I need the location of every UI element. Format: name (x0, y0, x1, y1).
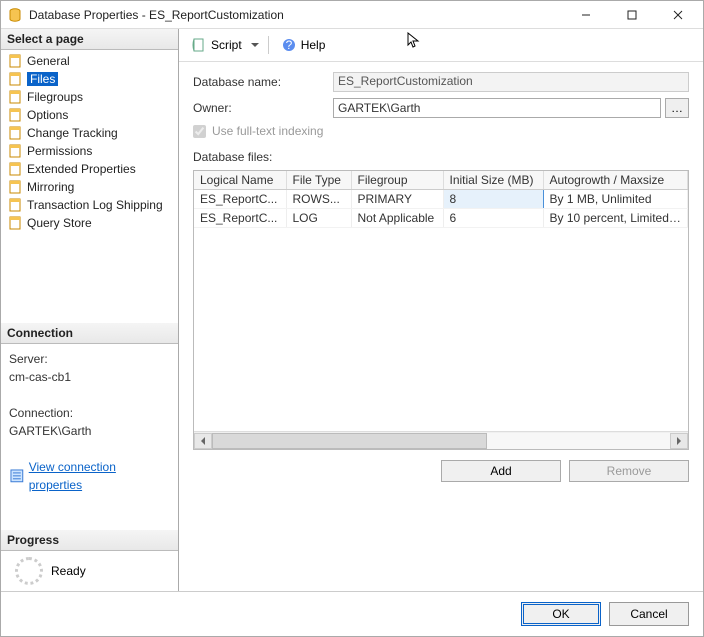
owner-field[interactable] (333, 98, 661, 118)
page-files[interactable]: Files (1, 70, 178, 88)
database-icon (7, 7, 23, 23)
connection-header: Connection (1, 323, 178, 344)
page-icon (7, 215, 23, 231)
page-list: General Files Filegroups Options Change … (1, 50, 178, 234)
dbname-field: ES_ReportCustomization (333, 72, 689, 92)
script-button[interactable]: Script (187, 35, 246, 55)
page-permissions[interactable]: Permissions (1, 142, 178, 160)
page-general[interactable]: General (1, 52, 178, 70)
view-connection-properties-link[interactable]: View connection properties (9, 458, 170, 494)
table-row[interactable]: ES_ReportC... LOG Not Applicable 6 By 10… (194, 209, 688, 228)
svg-text:?: ? (285, 38, 292, 52)
page-icon (7, 71, 23, 87)
dialog-footer: OK Cancel (1, 591, 703, 636)
progress-header: Progress (1, 530, 178, 551)
page-extended-properties[interactable]: Extended Properties (1, 160, 178, 178)
owner-label: Owner: (193, 101, 333, 115)
fulltext-checkbox: Use full-text indexing (193, 124, 689, 138)
connection-label: Connection: (9, 404, 170, 422)
add-button[interactable]: Add (441, 460, 561, 482)
connection-panel: Server: cm-cas-cb1 Connection: GARTEK\Ga… (1, 344, 178, 500)
selected-cell[interactable]: 8 (443, 190, 543, 209)
progress-panel: Ready (1, 551, 178, 591)
titlebar: Database Properties - ES_ReportCustomiza… (1, 1, 703, 29)
separator (268, 36, 269, 54)
grid-hscrollbar[interactable] (194, 431, 688, 449)
page-icon (7, 143, 23, 159)
page-filegroups[interactable]: Filegroups (1, 88, 178, 106)
cancel-button[interactable]: Cancel (609, 602, 689, 626)
page-options[interactable]: Options (1, 106, 178, 124)
table-row[interactable]: ES_ReportC... ROWS... PRIMARY 8 By 1 MB,… (194, 190, 688, 209)
window-title: Database Properties - ES_ReportCustomiza… (29, 8, 563, 22)
remove-button: Remove (569, 460, 689, 482)
page-tx-log-shipping[interactable]: Transaction Log Shipping (1, 196, 178, 214)
left-column: Select a page General Files Filegroups O… (1, 29, 179, 591)
files-grid[interactable]: Logical Name File Type Filegroup Initial… (193, 170, 689, 450)
script-icon (191, 37, 207, 53)
progress-spinner-icon (15, 557, 43, 585)
col-logical-name[interactable]: Logical Name (194, 171, 286, 190)
properties-icon (9, 468, 25, 484)
col-filegroup[interactable]: Filegroup (351, 171, 443, 190)
page-icon (7, 107, 23, 123)
toolbar: Script ? Help (179, 29, 703, 62)
page-query-store[interactable]: Query Store (1, 214, 178, 232)
right-column: Script ? Help Database name: ES_ReportCu… (179, 29, 703, 591)
select-page-header: Select a page (1, 29, 178, 50)
file-buttons: Add Remove (179, 450, 703, 492)
server-value: cm-cas-cb1 (9, 368, 170, 386)
maximize-button[interactable] (609, 1, 655, 29)
col-initial-size[interactable]: Initial Size (MB) (443, 171, 543, 190)
page-icon (7, 53, 23, 69)
scroll-right-icon[interactable] (670, 433, 688, 449)
connection-value: GARTEK\Garth (9, 422, 170, 440)
scroll-thumb[interactable] (212, 433, 487, 449)
scroll-track[interactable] (212, 433, 670, 449)
page-mirroring[interactable]: Mirroring (1, 178, 178, 196)
dbname-label: Database name: (193, 75, 333, 89)
owner-browse-button[interactable]: … (665, 98, 689, 118)
col-file-type[interactable]: File Type (286, 171, 351, 190)
progress-status: Ready (51, 564, 86, 578)
grid-header-row: Logical Name File Type Filegroup Initial… (194, 171, 688, 190)
page-icon (7, 179, 23, 195)
fulltext-check-input (193, 125, 206, 138)
scroll-left-icon[interactable] (194, 433, 212, 449)
cursor-icon (406, 32, 422, 48)
col-autogrowth[interactable]: Autogrowth / Maxsize (543, 171, 688, 190)
script-dropdown-caret[interactable] (250, 41, 260, 49)
page-icon (7, 125, 23, 141)
close-button[interactable] (655, 1, 701, 29)
form-area: Database name: ES_ReportCustomization Ow… (179, 62, 703, 170)
server-label: Server: (9, 350, 170, 368)
ok-button[interactable]: OK (521, 602, 601, 626)
page-change-tracking[interactable]: Change Tracking (1, 124, 178, 142)
minimize-button[interactable] (563, 1, 609, 29)
help-button[interactable]: ? Help (277, 35, 330, 55)
page-icon (7, 161, 23, 177)
dialog-window: Database Properties - ES_ReportCustomiza… (0, 0, 704, 637)
page-icon (7, 89, 23, 105)
page-icon (7, 197, 23, 213)
files-label: Database files: (193, 150, 689, 164)
help-icon: ? (281, 37, 297, 53)
